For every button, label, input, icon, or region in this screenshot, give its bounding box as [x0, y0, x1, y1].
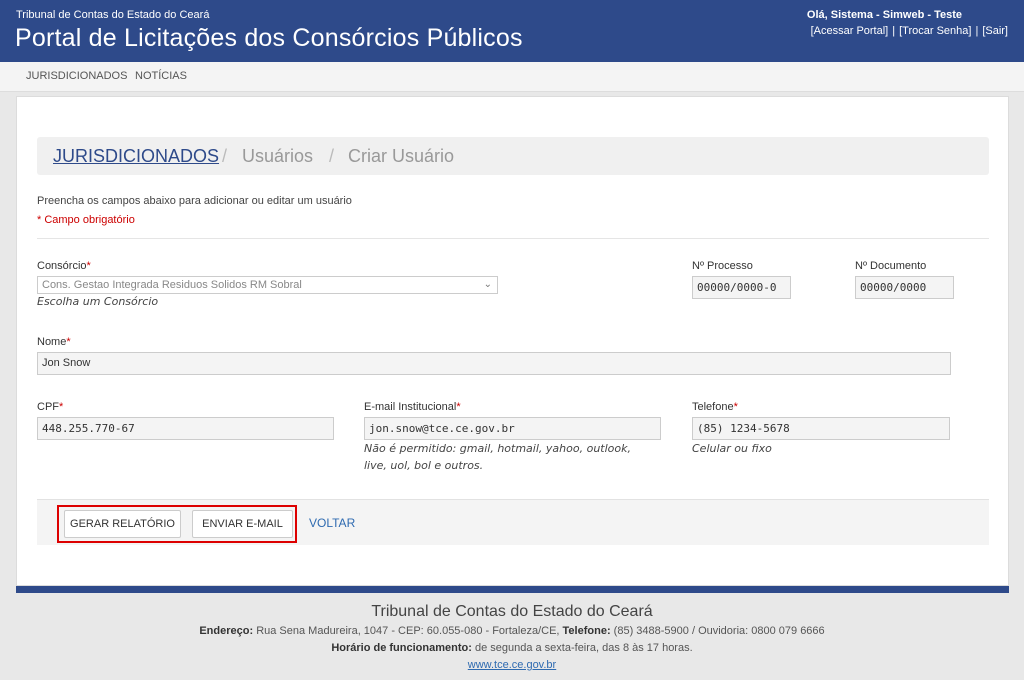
- cpf-label: CPF*: [37, 401, 63, 413]
- consorcio-select[interactable]: Cons. Gestao Integrada Residuos Solidos …: [37, 276, 498, 294]
- org-name: Tribunal de Contas do Estado do Ceará: [16, 9, 210, 21]
- change-password-link[interactable]: [Trocar Senha]: [899, 25, 971, 37]
- breadcrumb: JURISDICIONADOS / Usuários / Criar Usuár…: [37, 137, 989, 175]
- form-actions: GERAR RELATÓRIO ENVIAR E-MAIL VOLTAR: [37, 499, 989, 545]
- cpf-label-text: CPF: [37, 401, 59, 413]
- menu-item-noticias[interactable]: NOTÍCIAS: [135, 70, 187, 82]
- consorcio-label: Consórcio*: [37, 260, 91, 272]
- hours-label: Horário de funcionamento:: [331, 642, 472, 654]
- required-star: *: [86, 260, 91, 272]
- menu-item-jurisdicionados[interactable]: JURISDICIONADOS: [26, 70, 127, 82]
- consorcio-selected-value: Cons. Gestao Integrada Residuos Solidos …: [42, 279, 302, 291]
- access-portal-link[interactable]: [Acessar Portal]: [811, 25, 889, 37]
- content-panel: JURISDICIONADOS / Usuários / Criar Usuár…: [16, 96, 1009, 586]
- email-help: Não é permitido: gmail, hotmail, yahoo, …: [364, 440, 631, 474]
- breadcrumb-usuarios[interactable]: Usuários: [242, 146, 313, 167]
- email-input[interactable]: jon.snow@tce.ce.gov.br: [364, 417, 661, 440]
- documento-input[interactable]: 00000/0000: [855, 276, 954, 299]
- cpf-input[interactable]: 448.255.770-67: [37, 417, 334, 440]
- required-star: *: [456, 401, 461, 413]
- form-intro: Preencha os campos abaixo para adicionar…: [37, 195, 352, 207]
- send-email-button[interactable]: ENVIAR E-MAIL: [192, 510, 293, 538]
- breadcrumb-jurisdicionados[interactable]: JURISDICIONADOS: [53, 146, 219, 167]
- hours-text: de segunda a sexta-feira, das 8 às 17 ho…: [474, 642, 693, 654]
- footer-site: www.tce.ce.gov.br: [0, 659, 1024, 671]
- telefone-label: Telefone*: [692, 401, 738, 413]
- top-header: Tribunal de Contas do Estado do Ceará Po…: [0, 0, 1024, 62]
- consorcio-help: Escolha um Consórcio: [37, 295, 159, 308]
- documento-label: Nº Documento: [855, 260, 927, 272]
- processo-label: Nº Processo: [692, 260, 753, 272]
- link-separator: |: [975, 25, 979, 37]
- footer-hours: Horário de funcionamento: de segunda a s…: [0, 642, 1024, 654]
- nome-input[interactable]: Jon Snow: [37, 352, 951, 375]
- link-separator: |: [892, 25, 896, 37]
- footer-title: Tribunal de Contas do Estado do Ceará: [371, 603, 653, 620]
- phone-text: (85) 3488-5900 / Ouvidoria: 0800 079 666…: [613, 625, 825, 637]
- required-star: *: [66, 336, 71, 348]
- email-help-line1: Não é permitido: gmail, hotmail, yahoo, …: [364, 442, 631, 455]
- email-label: E-mail Institucional*: [364, 401, 461, 413]
- telefone-input[interactable]: (85) 1234-5678: [692, 417, 950, 440]
- main-menu: JURISDICIONADOS NOTÍCIAS: [0, 62, 1024, 92]
- site-link[interactable]: www.tce.ce.gov.br: [468, 659, 556, 671]
- portal-title: Portal de Licitações dos Consórcios Públ…: [15, 24, 523, 52]
- nome-label: Nome*: [37, 336, 71, 348]
- header-links: [Acessar Portal] | [Trocar Senha] | [Sair]: [811, 25, 1008, 37]
- logout-link[interactable]: [Sair]: [982, 25, 1008, 37]
- telefone-label-text: Telefone: [692, 401, 734, 413]
- footer-address: Endereço: Rua Sena Madureira, 1047 - CEP…: [0, 625, 1024, 637]
- breadcrumb-separator: /: [329, 146, 335, 166]
- consorcio-label-text: Consórcio: [37, 260, 87, 272]
- required-star: *: [733, 401, 738, 413]
- generate-report-button[interactable]: GERAR RELATÓRIO: [64, 510, 181, 538]
- breadcrumb-separator: /: [222, 146, 228, 166]
- chevron-down-icon: ⌄: [483, 279, 492, 290]
- phone-label: Telefone:: [562, 625, 611, 637]
- address-label: Endereço:: [199, 625, 254, 637]
- email-label-text: E-mail Institucional: [364, 401, 457, 413]
- telefone-help: Celular ou fixo: [692, 442, 772, 455]
- breadcrumb-criar-usuario: Criar Usuário: [348, 146, 455, 166]
- required-star: *: [59, 401, 64, 413]
- required-note: * Campo obrigatório: [37, 214, 135, 226]
- user-greeting: Olá, Sistema - Simweb - Teste: [806, 9, 962, 21]
- processo-input[interactable]: 00000/0000-0: [692, 276, 791, 299]
- address-text: Rua Sena Madureira, 1047 - CEP: 60.055-0…: [256, 625, 560, 637]
- footer-bar: [16, 586, 1009, 593]
- email-help-line2: live, uol, bol e outros.: [364, 459, 484, 472]
- nome-label-text: Nome: [37, 336, 67, 348]
- back-link[interactable]: VOLTAR: [309, 516, 355, 530]
- divider: [37, 238, 989, 239]
